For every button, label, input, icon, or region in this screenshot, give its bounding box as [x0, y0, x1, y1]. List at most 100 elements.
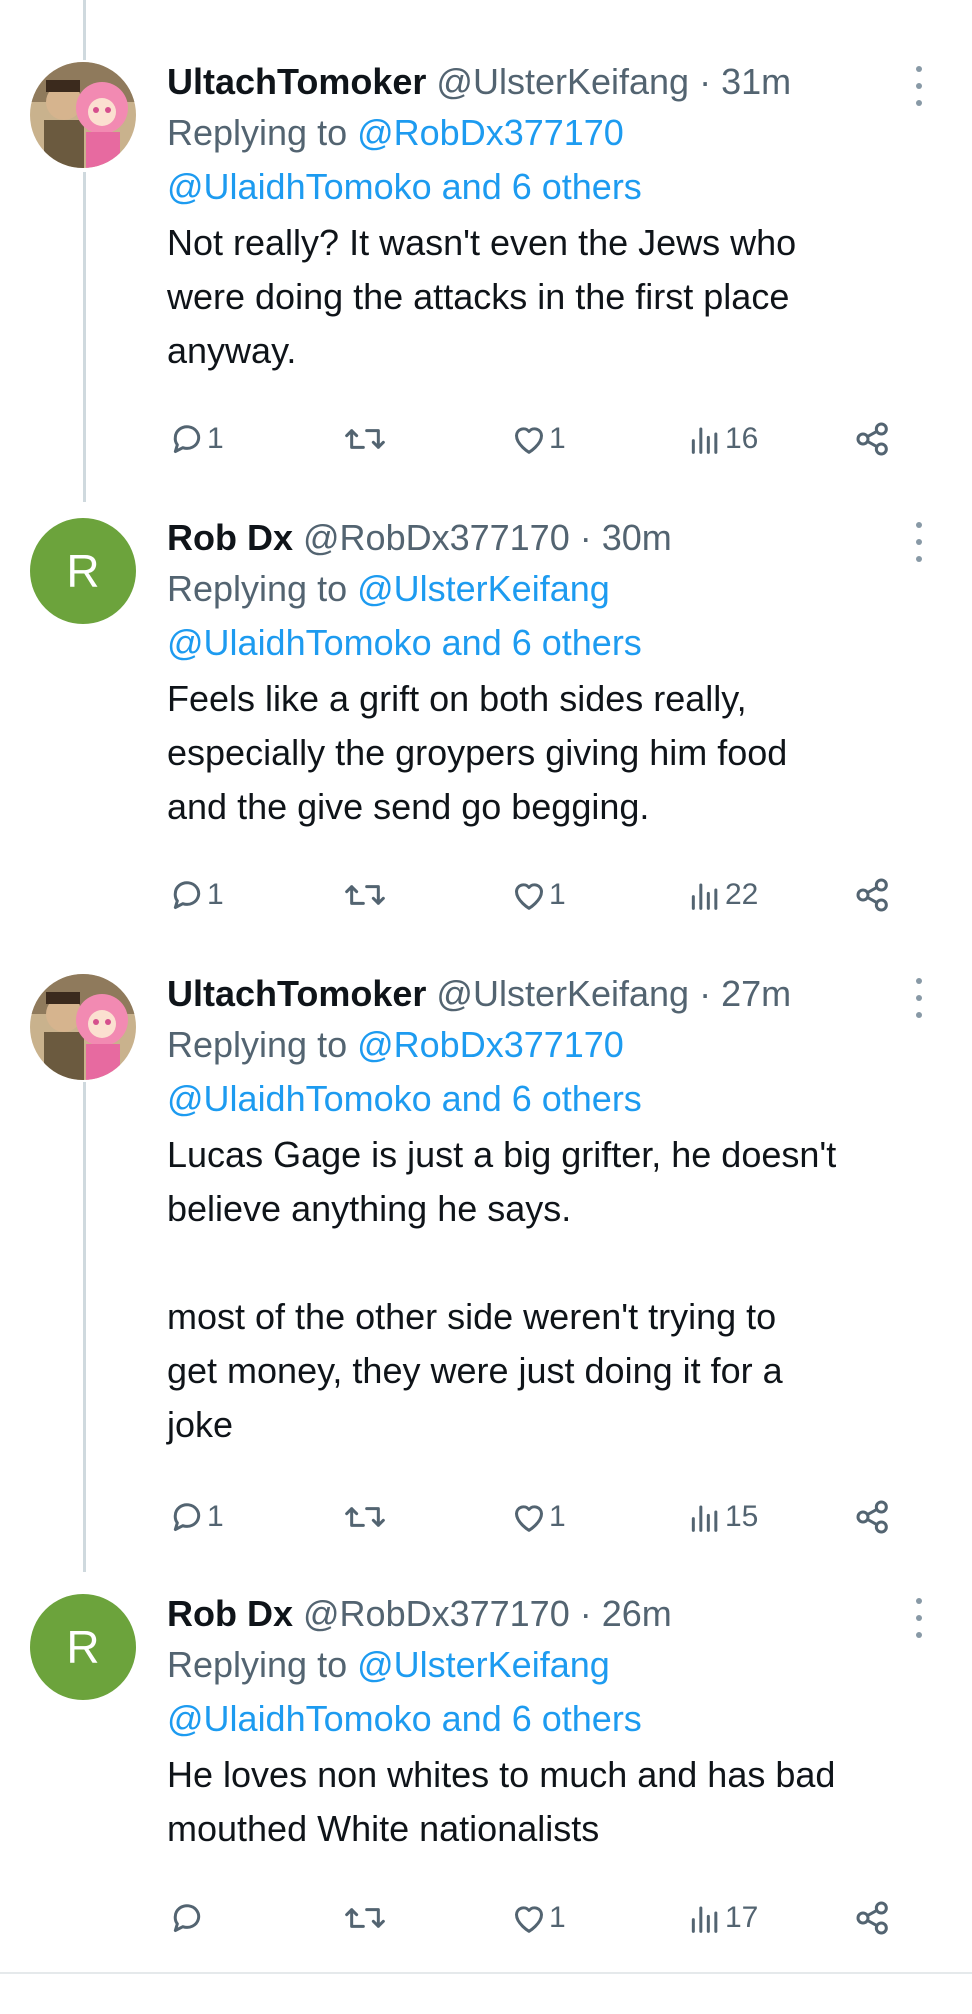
like-button[interactable]: 1	[509, 1893, 566, 1943]
separator-dot: ·	[579, 1593, 592, 1634]
replying-prefix: Replying to	[167, 1024, 358, 1065]
heart-icon	[515, 427, 543, 454]
retweet-button[interactable]	[343, 870, 387, 920]
retweet-icon	[345, 1507, 385, 1527]
views-chart-icon	[691, 427, 718, 454]
reply-count: 1	[207, 422, 224, 455]
mentions-link[interactable]: @UlaidhTomoko and 6 others	[167, 1698, 642, 1739]
like-button[interactable]: 1	[509, 1492, 566, 1542]
more-options-icon[interactable]	[914, 522, 924, 562]
avatar[interactable]: R	[30, 518, 136, 624]
reply-icon	[173, 881, 201, 909]
tweet-text: He loves non whites to much and has bad …	[167, 1754, 836, 1849]
reply-button[interactable]: 1	[167, 870, 224, 920]
author-name[interactable]: UltachTomoker	[167, 61, 426, 102]
author-handle[interactable]: @UlsterKeifang	[436, 973, 689, 1014]
like-button[interactable]: 1	[509, 870, 566, 920]
avatar[interactable]	[30, 974, 136, 1080]
timestamp[interactable]: 30m	[602, 517, 672, 558]
replying-to: Replying to @UlsterKeifang	[167, 1638, 937, 1692]
replying-prefix: Replying to	[167, 112, 358, 153]
retweet-button[interactable]	[343, 1492, 387, 1542]
replying-to: Replying to @RobDx377170	[167, 106, 937, 160]
timestamp[interactable]: 31m	[721, 61, 791, 102]
profile-photo-icon	[30, 62, 136, 168]
view-count: 22	[725, 878, 759, 911]
retweet-icon	[345, 885, 385, 905]
more-options-icon[interactable]	[914, 978, 924, 1018]
author-name[interactable]: UltachTomoker	[167, 973, 426, 1014]
heart-icon	[515, 883, 543, 910]
author-name[interactable]: Rob Dx	[167, 517, 293, 558]
thread-line	[83, 0, 86, 60]
divider	[0, 1972, 972, 1974]
share-button[interactable]	[853, 1893, 893, 1943]
separator-dot: ·	[699, 973, 712, 1014]
share-button[interactable]	[853, 870, 893, 920]
mentions-link[interactable]: @UlaidhTomoko and 6 others	[167, 166, 642, 207]
views-button[interactable]: 16	[685, 414, 758, 464]
timestamp[interactable]: 27m	[721, 973, 791, 1014]
retweet-button[interactable]	[343, 1893, 387, 1943]
replying-to: Replying to @UlsterKeifang	[167, 562, 937, 616]
author-name[interactable]: Rob Dx	[167, 1593, 293, 1634]
tweet-text: Feels like a grift on both sides really,…	[167, 678, 788, 827]
replying-to-link[interactable]: @UlsterKeifang	[357, 568, 610, 609]
profile-photo-icon	[30, 974, 136, 1080]
views-chart-icon	[691, 1505, 718, 1532]
timestamp[interactable]: 26m	[602, 1593, 672, 1634]
mentions-link[interactable]: @UlaidhTomoko and 6 others	[167, 1078, 642, 1119]
replying-to-link[interactable]: @RobDx377170	[357, 1024, 624, 1065]
share-button[interactable]	[853, 414, 893, 464]
thread-line	[83, 172, 86, 502]
share-icon	[856, 1901, 888, 1935]
views-button[interactable]: 15	[685, 1492, 758, 1542]
replying-to-link[interactable]: @RobDx377170	[357, 112, 624, 153]
view-count: 17	[725, 1901, 759, 1934]
tweet-text: Not really? It wasn't even the Jews who …	[167, 222, 797, 371]
author-handle[interactable]: @RobDx377170	[303, 1593, 570, 1634]
reply-icon	[173, 1503, 201, 1531]
like-button[interactable]: 1	[509, 414, 566, 464]
view-count: 15	[725, 1500, 759, 1533]
tweet-text: Lucas Gage is just a big grifter, he doe…	[167, 1134, 837, 1445]
separator-dot: ·	[579, 517, 592, 558]
views-chart-icon	[691, 883, 718, 910]
reply-count: 1	[207, 1500, 224, 1533]
replying-to: Replying to @RobDx377170	[167, 1018, 937, 1072]
like-count: 1	[549, 1500, 566, 1533]
reply-button[interactable]: 1	[167, 414, 224, 464]
reply-count: 1	[207, 878, 224, 911]
reply-icon	[173, 425, 201, 453]
like-count: 1	[549, 1901, 566, 1934]
views-button[interactable]: 17	[685, 1893, 758, 1943]
like-count: 1	[549, 878, 566, 911]
retweet-icon	[345, 1908, 385, 1928]
retweet-button[interactable]	[343, 414, 387, 464]
heart-icon	[515, 1505, 543, 1532]
avatar[interactable]	[30, 62, 136, 168]
replying-to-link[interactable]: @UlsterKeifang	[357, 1644, 610, 1685]
more-options-icon[interactable]	[914, 1598, 924, 1638]
views-button[interactable]: 22	[685, 870, 758, 920]
retweet-icon	[345, 429, 385, 449]
like-count: 1	[549, 422, 566, 455]
share-icon	[856, 1500, 888, 1534]
share-icon	[856, 422, 888, 456]
replying-prefix: Replying to	[167, 568, 358, 609]
share-icon	[856, 878, 888, 912]
reply-button[interactable]	[167, 1893, 207, 1943]
mentions-link[interactable]: @UlaidhTomoko and 6 others	[167, 622, 642, 663]
avatar-letter: R	[66, 545, 100, 597]
share-button[interactable]	[853, 1492, 893, 1542]
separator-dot: ·	[699, 61, 712, 102]
views-chart-icon	[691, 1906, 718, 1933]
thread-line	[83, 1082, 86, 1572]
avatar[interactable]: R	[30, 1594, 136, 1700]
reply-button[interactable]: 1	[167, 1492, 224, 1542]
avatar-letter: R	[66, 1621, 100, 1673]
author-handle[interactable]: @RobDx377170	[303, 517, 570, 558]
more-options-icon[interactable]	[914, 66, 924, 106]
author-handle[interactable]: @UlsterKeifang	[436, 61, 689, 102]
heart-icon	[515, 1906, 543, 1933]
